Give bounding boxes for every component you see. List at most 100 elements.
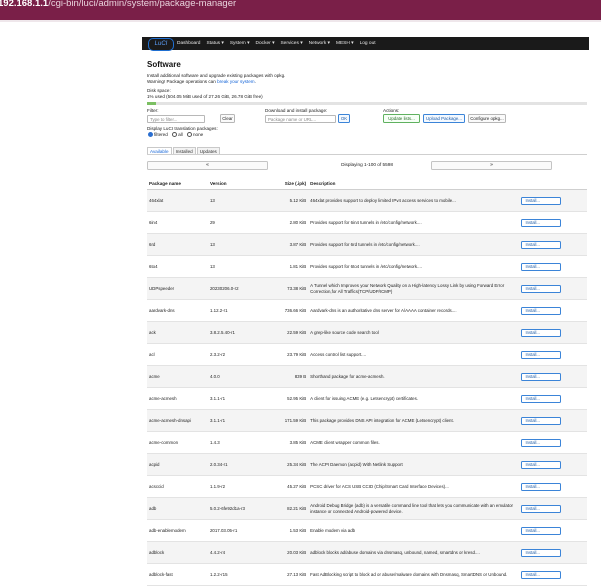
install-button[interactable]: Install... [521, 306, 562, 315]
table-row: acme-acmesh 3.1.1-r1 52.95 KiB A client for… [147, 387, 587, 410]
ok-button[interactable]: OK [338, 114, 350, 123]
package-name-cell: acsccid [147, 475, 208, 498]
nav-services[interactable]: Services ▾ [280, 41, 302, 46]
clear-button[interactable]: Clear [220, 114, 235, 123]
install-button[interactable]: Install... [521, 328, 562, 337]
table-row: 464xlat 13 5.12 KiB 464xlat provides suppor… [147, 189, 587, 212]
install-button[interactable]: Install... [521, 240, 562, 249]
action-cell: Install... [519, 563, 587, 586]
install-button[interactable]: Install... [521, 262, 562, 271]
description-cell: Fast AdBlocking script to block ad or ab… [308, 563, 520, 586]
install-button[interactable]: Install... [521, 438, 562, 447]
version-cell: 4.0.0 [207, 365, 269, 388]
none-radio[interactable] [186, 132, 192, 138]
version-cell: 13 [207, 233, 269, 256]
none-label: none [192, 132, 204, 137]
nav-network[interactable]: Network ▾ [309, 41, 330, 46]
action-cell: Install... [519, 453, 587, 476]
install-button[interactable]: Install... [521, 218, 562, 227]
table-row: 6rd 13 3.87 KiB Provides support for 6rd tu… [147, 233, 587, 256]
version-cell: 1.12.2-r1 [207, 299, 269, 322]
description-cell: Aardvark-dns is an authoritative dns ser… [308, 299, 520, 322]
install-button[interactable]: Install... [521, 196, 562, 205]
install-button[interactable]: Install... [521, 372, 562, 381]
install-button[interactable]: Install... [521, 548, 562, 557]
table-row: 6to4 13 1.81 KiB Provides support for 6to4 … [147, 255, 587, 278]
nav-docker[interactable]: Docker ▾ [256, 41, 275, 46]
version-cell: 1.1.9-r2 [207, 475, 269, 498]
install-button[interactable]: Install... [521, 526, 562, 535]
url-text[interactable]: 192.168.1.1/cgi-bin/luci/admin/system/pa… [0, 0, 236, 14]
nav-system[interactable]: System ▾ [230, 41, 250, 46]
upload-package-button[interactable]: Upload Package... [423, 114, 465, 123]
description-cell: A Tunnel which Improves your Network Qua… [308, 277, 520, 300]
version-cell: 1.2.2-r15 [207, 563, 269, 586]
size-cell: 1.81 KiB [268, 255, 309, 278]
col-description: Description [308, 178, 520, 190]
browser-url-bar[interactable]: 192.168.1.1/cgi-bin/luci/admin/system/pa… [0, 0, 601, 22]
filter-input[interactable]: Type to filter... [147, 115, 205, 123]
translations-options: filtered all none [148, 132, 204, 138]
package-name-cell: acl [147, 343, 208, 366]
url-host: 192.168.1.1 [0, 0, 49, 9]
tab-divider [147, 154, 587, 155]
configure-opkg-button[interactable]: Configure opkg... [468, 114, 506, 123]
install-button[interactable]: Install... [521, 482, 562, 491]
size-cell: 45.27 KiB [268, 475, 309, 498]
url-bar-divider [0, 20, 601, 22]
package-name-cell: aardvark-dns [147, 299, 208, 322]
nav-dashboard[interactable]: Dashboard [177, 41, 200, 46]
description-cell: A client for issuing ACME (e.g. Letsencr… [308, 387, 520, 410]
package-url-input[interactable]: Package name or URL... [265, 115, 336, 123]
table-row: ack 3.8.2.5.40-r1 22.59 KiB A grep-like sou… [147, 321, 587, 344]
version-cell: 2.3.2-r2 [207, 343, 269, 366]
page-description: Install additional software and upgrade … [147, 73, 285, 84]
table-row: acme 4.0.0 839 B Shorthand package for acme… [147, 365, 587, 388]
action-cell: Install... [519, 343, 587, 366]
disk-space-text: 1% used (504.05 MiB used of 27.26 GiB, 2… [147, 93, 263, 99]
package-name-cell: 6in4 [147, 211, 208, 234]
nav-status[interactable]: Status ▾ [206, 41, 223, 46]
action-cell: Install... [519, 321, 587, 344]
description-cell: Enable modem via adb [308, 519, 520, 542]
version-cell: 4.4.2-r4 [207, 541, 269, 564]
install-button[interactable]: Install... [521, 350, 562, 359]
warning-line: Warning! Package operations can break yo… [147, 79, 285, 85]
install-button[interactable]: Install... [521, 394, 562, 403]
table-row: acme-acmesh-dnsapi 3.1.1-r1 171.59 KiB This… [147, 409, 587, 432]
size-cell: 73.38 KiB [268, 277, 309, 300]
install-button[interactable]: Install... [521, 284, 562, 293]
size-cell: 171.59 KiB [268, 409, 309, 432]
install-button[interactable]: Install... [521, 460, 562, 469]
install-button[interactable]: Install... [521, 570, 562, 579]
all-radio[interactable] [172, 132, 178, 138]
nav-logout[interactable]: Log out [360, 41, 376, 46]
size-cell: 5.12 KiB [268, 189, 309, 212]
nav-menu: Dashboard Status ▾ System ▾ Docker ▾ Ser… [177, 37, 376, 50]
actions-label: Actions: [383, 108, 400, 113]
warning-suffix: . [254, 78, 256, 84]
package-name-cell: adb [147, 497, 208, 520]
url-path: /cgi-bin/luci/admin/system/package-manag… [48, 0, 237, 9]
break-system-link[interactable]: break your system [217, 79, 255, 84]
luci-logo[interactable]: LuCI [148, 38, 174, 51]
update-lists-button[interactable]: Update lists... [383, 114, 420, 123]
action-cell: Install... [519, 387, 587, 410]
install-button[interactable]: Install... [521, 416, 562, 425]
filtered-radio[interactable] [148, 132, 153, 138]
description-cell: 464xlat provides support to deploy limit… [308, 189, 520, 212]
install-button[interactable]: Install... [521, 504, 562, 513]
version-cell: 13 [207, 255, 269, 278]
description-cell: The ACPI Daemon (acpid) With Netlink Sup… [308, 453, 520, 476]
size-cell: 82.21 KiB [268, 497, 309, 520]
next-page-button[interactable]: » [431, 161, 552, 170]
col-action [519, 178, 587, 190]
table-row: aardvark-dns 1.12.2-r1 736.66 KiB Aardvark-… [147, 299, 587, 322]
package-name-cell: adblock [147, 541, 208, 564]
all-label: all [178, 132, 183, 137]
filter-label: Filter: [147, 108, 159, 113]
table-row: acme-common 1.4.3 3.85 KiB ACME client wrap… [147, 431, 587, 454]
action-cell: Install... [519, 519, 587, 542]
nav-mesh[interactable]: MESH ▾ [336, 41, 354, 46]
version-cell: 1.4.3 [207, 431, 269, 454]
